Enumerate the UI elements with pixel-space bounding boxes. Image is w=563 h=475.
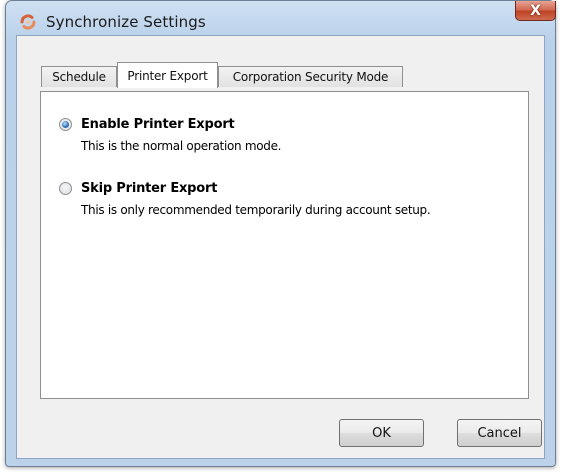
close-icon: X bbox=[530, 2, 541, 19]
option-description: This is only recommended temporarily dur… bbox=[81, 203, 431, 217]
tab-schedule[interactable]: Schedule bbox=[41, 66, 117, 87]
dialog-window: Synchronize Settings X Schedule Printer … bbox=[5, 0, 556, 467]
sync-app-icon bbox=[19, 13, 37, 31]
radio-enable-printer-export[interactable] bbox=[59, 118, 72, 131]
option-label[interactable]: Enable Printer Export bbox=[81, 117, 235, 132]
tab-printer-export[interactable]: Printer Export bbox=[117, 62, 218, 88]
radio-skip-printer-export[interactable] bbox=[59, 182, 72, 195]
close-button[interactable]: X bbox=[515, 1, 556, 21]
dialog-body: Schedule Printer Export Corporation Secu… bbox=[16, 35, 545, 459]
radio-selected-dot bbox=[62, 121, 69, 128]
cancel-button[interactable]: Cancel bbox=[457, 419, 542, 447]
tab-panel-printer-export: Enable Printer Export This is the normal… bbox=[40, 91, 529, 399]
ok-button[interactable]: OK bbox=[339, 419, 424, 447]
window-title: Synchronize Settings bbox=[46, 13, 206, 31]
option-description: This is the normal operation mode. bbox=[81, 139, 282, 153]
option-label[interactable]: Skip Printer Export bbox=[81, 181, 217, 196]
tab-corporation-security-mode[interactable]: Corporation Security Mode bbox=[218, 66, 403, 87]
